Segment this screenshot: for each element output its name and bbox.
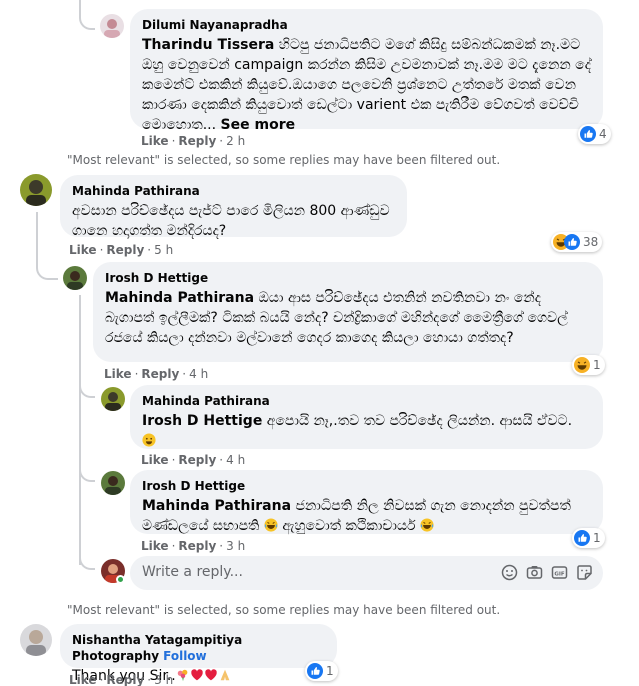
comment-bubble: Irosh D Hettige Mahinda Pathirana ඔයා ආස… bbox=[93, 262, 603, 362]
comment-actions: Like · Reply · 5 h bbox=[69, 243, 174, 257]
bouquet-emoji-icon bbox=[176, 668, 190, 682]
like-icon bbox=[574, 530, 590, 546]
reply-button[interactable]: Reply bbox=[178, 134, 216, 148]
laugh-emoji-icon bbox=[264, 518, 278, 532]
timestamp[interactable]: 3 h bbox=[226, 539, 245, 553]
avatar[interactable] bbox=[100, 14, 124, 38]
reaction-count[interactable]: 1 bbox=[572, 355, 605, 375]
comment-author[interactable]: Irosh D Hettige bbox=[142, 478, 591, 494]
thread-connector bbox=[79, 548, 95, 570]
haha-icon bbox=[574, 357, 590, 373]
laugh-emoji-icon bbox=[420, 518, 434, 532]
comment-bubble: Mahinda Pathirana Irosh D Hettige අපොයි … bbox=[130, 385, 603, 449]
praying-hands-emoji-icon bbox=[218, 668, 232, 682]
thread-connector bbox=[79, 462, 95, 482]
comment-text: Mahinda Pathirana ජනාධිපති නිල නිවසක් ගැ… bbox=[142, 498, 571, 534]
comment-text: අවසාන පරිච්ඡේදය පැජ්ට් පාරෙ මිලියන 800 ආ… bbox=[72, 203, 390, 239]
comment-text: Mahinda Pathirana ඔයා ආස පරිච්ඡේදය එතනින… bbox=[105, 290, 568, 346]
timestamp[interactable]: 4 h bbox=[226, 453, 245, 467]
online-status-indicator bbox=[116, 575, 125, 584]
comment-author-name[interactable]: Nishantha Yatagampitiya Photography bbox=[72, 633, 242, 663]
emoji-icon[interactable] bbox=[501, 564, 518, 581]
avatar[interactable] bbox=[63, 266, 87, 290]
avatar[interactable] bbox=[101, 471, 125, 495]
comment-actions: Like · Reply · 3 h bbox=[69, 673, 174, 686]
avatar[interactable] bbox=[20, 174, 52, 206]
comment-author[interactable]: Irosh D Hettige bbox=[105, 270, 591, 286]
see-more-link[interactable]: See more bbox=[221, 117, 296, 133]
gif-icon[interactable]: GIF bbox=[551, 564, 568, 581]
like-icon bbox=[580, 126, 596, 142]
thread-connector bbox=[79, 0, 95, 30]
comment-author[interactable]: Mahinda Pathirana bbox=[142, 393, 591, 409]
avatar[interactable] bbox=[101, 387, 125, 411]
like-icon bbox=[564, 234, 580, 250]
like-icon bbox=[307, 663, 323, 679]
mention-link[interactable]: Mahinda Pathirana bbox=[105, 290, 254, 306]
filter-notice: "Most relevant" is selected, so some rep… bbox=[67, 153, 501, 167]
comment-actions: Like · Reply · 3 h bbox=[141, 539, 246, 553]
comment-bubble: Irosh D Hettige Mahinda Pathirana ජනාධිප… bbox=[130, 470, 603, 534]
mention-link[interactable]: Irosh D Hettige bbox=[142, 413, 262, 429]
reply-composer[interactable]: GIF bbox=[130, 556, 603, 590]
comment-bubble: Nishantha Yatagampitiya Photography Follo… bbox=[60, 624, 337, 684]
svg-text:GIF: GIF bbox=[554, 571, 565, 577]
comment-actions: Like · Reply · 2 h bbox=[141, 134, 246, 148]
like-button[interactable]: Like bbox=[104, 367, 132, 381]
reaction-count[interactable]: 1 bbox=[572, 528, 605, 548]
thread-line bbox=[79, 295, 81, 565]
filter-notice: "Most relevant" is selected, so some rep… bbox=[67, 603, 501, 617]
comment-actions: Like · Reply · 4 h bbox=[104, 367, 209, 381]
comment-bubble: Mahinda Pathirana අවසාන පරිච්ඡේදය පැජ්ට්… bbox=[60, 175, 407, 239]
like-button[interactable]: Like bbox=[141, 539, 169, 553]
avatar[interactable] bbox=[20, 624, 52, 656]
timestamp[interactable]: 2 h bbox=[226, 134, 245, 148]
timestamp[interactable]: 5 h bbox=[154, 243, 173, 257]
thread-connector bbox=[36, 258, 58, 280]
follow-button[interactable]: Follow bbox=[163, 649, 207, 663]
timestamp[interactable]: 3 h bbox=[154, 673, 173, 686]
comment-author[interactable]: Mahinda Pathirana bbox=[72, 183, 395, 199]
reply-button[interactable]: Reply bbox=[106, 673, 144, 686]
comment-text: Tharindu Tissera හිටපු ජනාධිපතිට මගේ කිස… bbox=[142, 37, 591, 133]
comment-text: Irosh D Hettige අපොයි නෑ,.තව තව පරිච්ඡේද… bbox=[142, 411, 591, 451]
mention-link[interactable]: Mahinda Pathirana bbox=[142, 498, 291, 514]
thread-connector bbox=[79, 380, 95, 398]
mention-link[interactable]: Tharindu Tissera bbox=[142, 37, 274, 53]
reply-button[interactable]: Reply bbox=[178, 539, 216, 553]
reply-button[interactable]: Reply bbox=[141, 367, 179, 381]
comment-actions: Like · Reply · 4 h bbox=[141, 453, 246, 467]
heart-emoji-icon bbox=[190, 668, 204, 682]
like-button[interactable]: Like bbox=[69, 673, 97, 686]
reaction-count[interactable]: 4 bbox=[578, 124, 611, 144]
timestamp[interactable]: 4 h bbox=[189, 367, 208, 381]
smile-emoji-icon bbox=[142, 433, 156, 447]
comment-bubble: Dilumi Nayanapradha Tharindu Tissera හිට… bbox=[130, 9, 603, 133]
reply-button[interactable]: Reply bbox=[106, 243, 144, 257]
reply-button[interactable]: Reply bbox=[178, 453, 216, 467]
reaction-count[interactable]: 1 bbox=[305, 661, 338, 681]
like-button[interactable]: Like bbox=[141, 453, 169, 467]
sticker-icon[interactable] bbox=[576, 564, 593, 581]
like-button[interactable]: Like bbox=[69, 243, 97, 257]
comment-author[interactable]: Dilumi Nayanapradha bbox=[142, 17, 591, 33]
like-button[interactable]: Like bbox=[141, 134, 169, 148]
reply-input[interactable] bbox=[142, 564, 502, 580]
comment-author: Nishantha Yatagampitiya Photography Follo… bbox=[72, 632, 325, 664]
reaction-count[interactable]: 38 bbox=[551, 232, 603, 252]
camera-icon[interactable] bbox=[526, 564, 543, 581]
heart-emoji-icon bbox=[204, 668, 218, 682]
